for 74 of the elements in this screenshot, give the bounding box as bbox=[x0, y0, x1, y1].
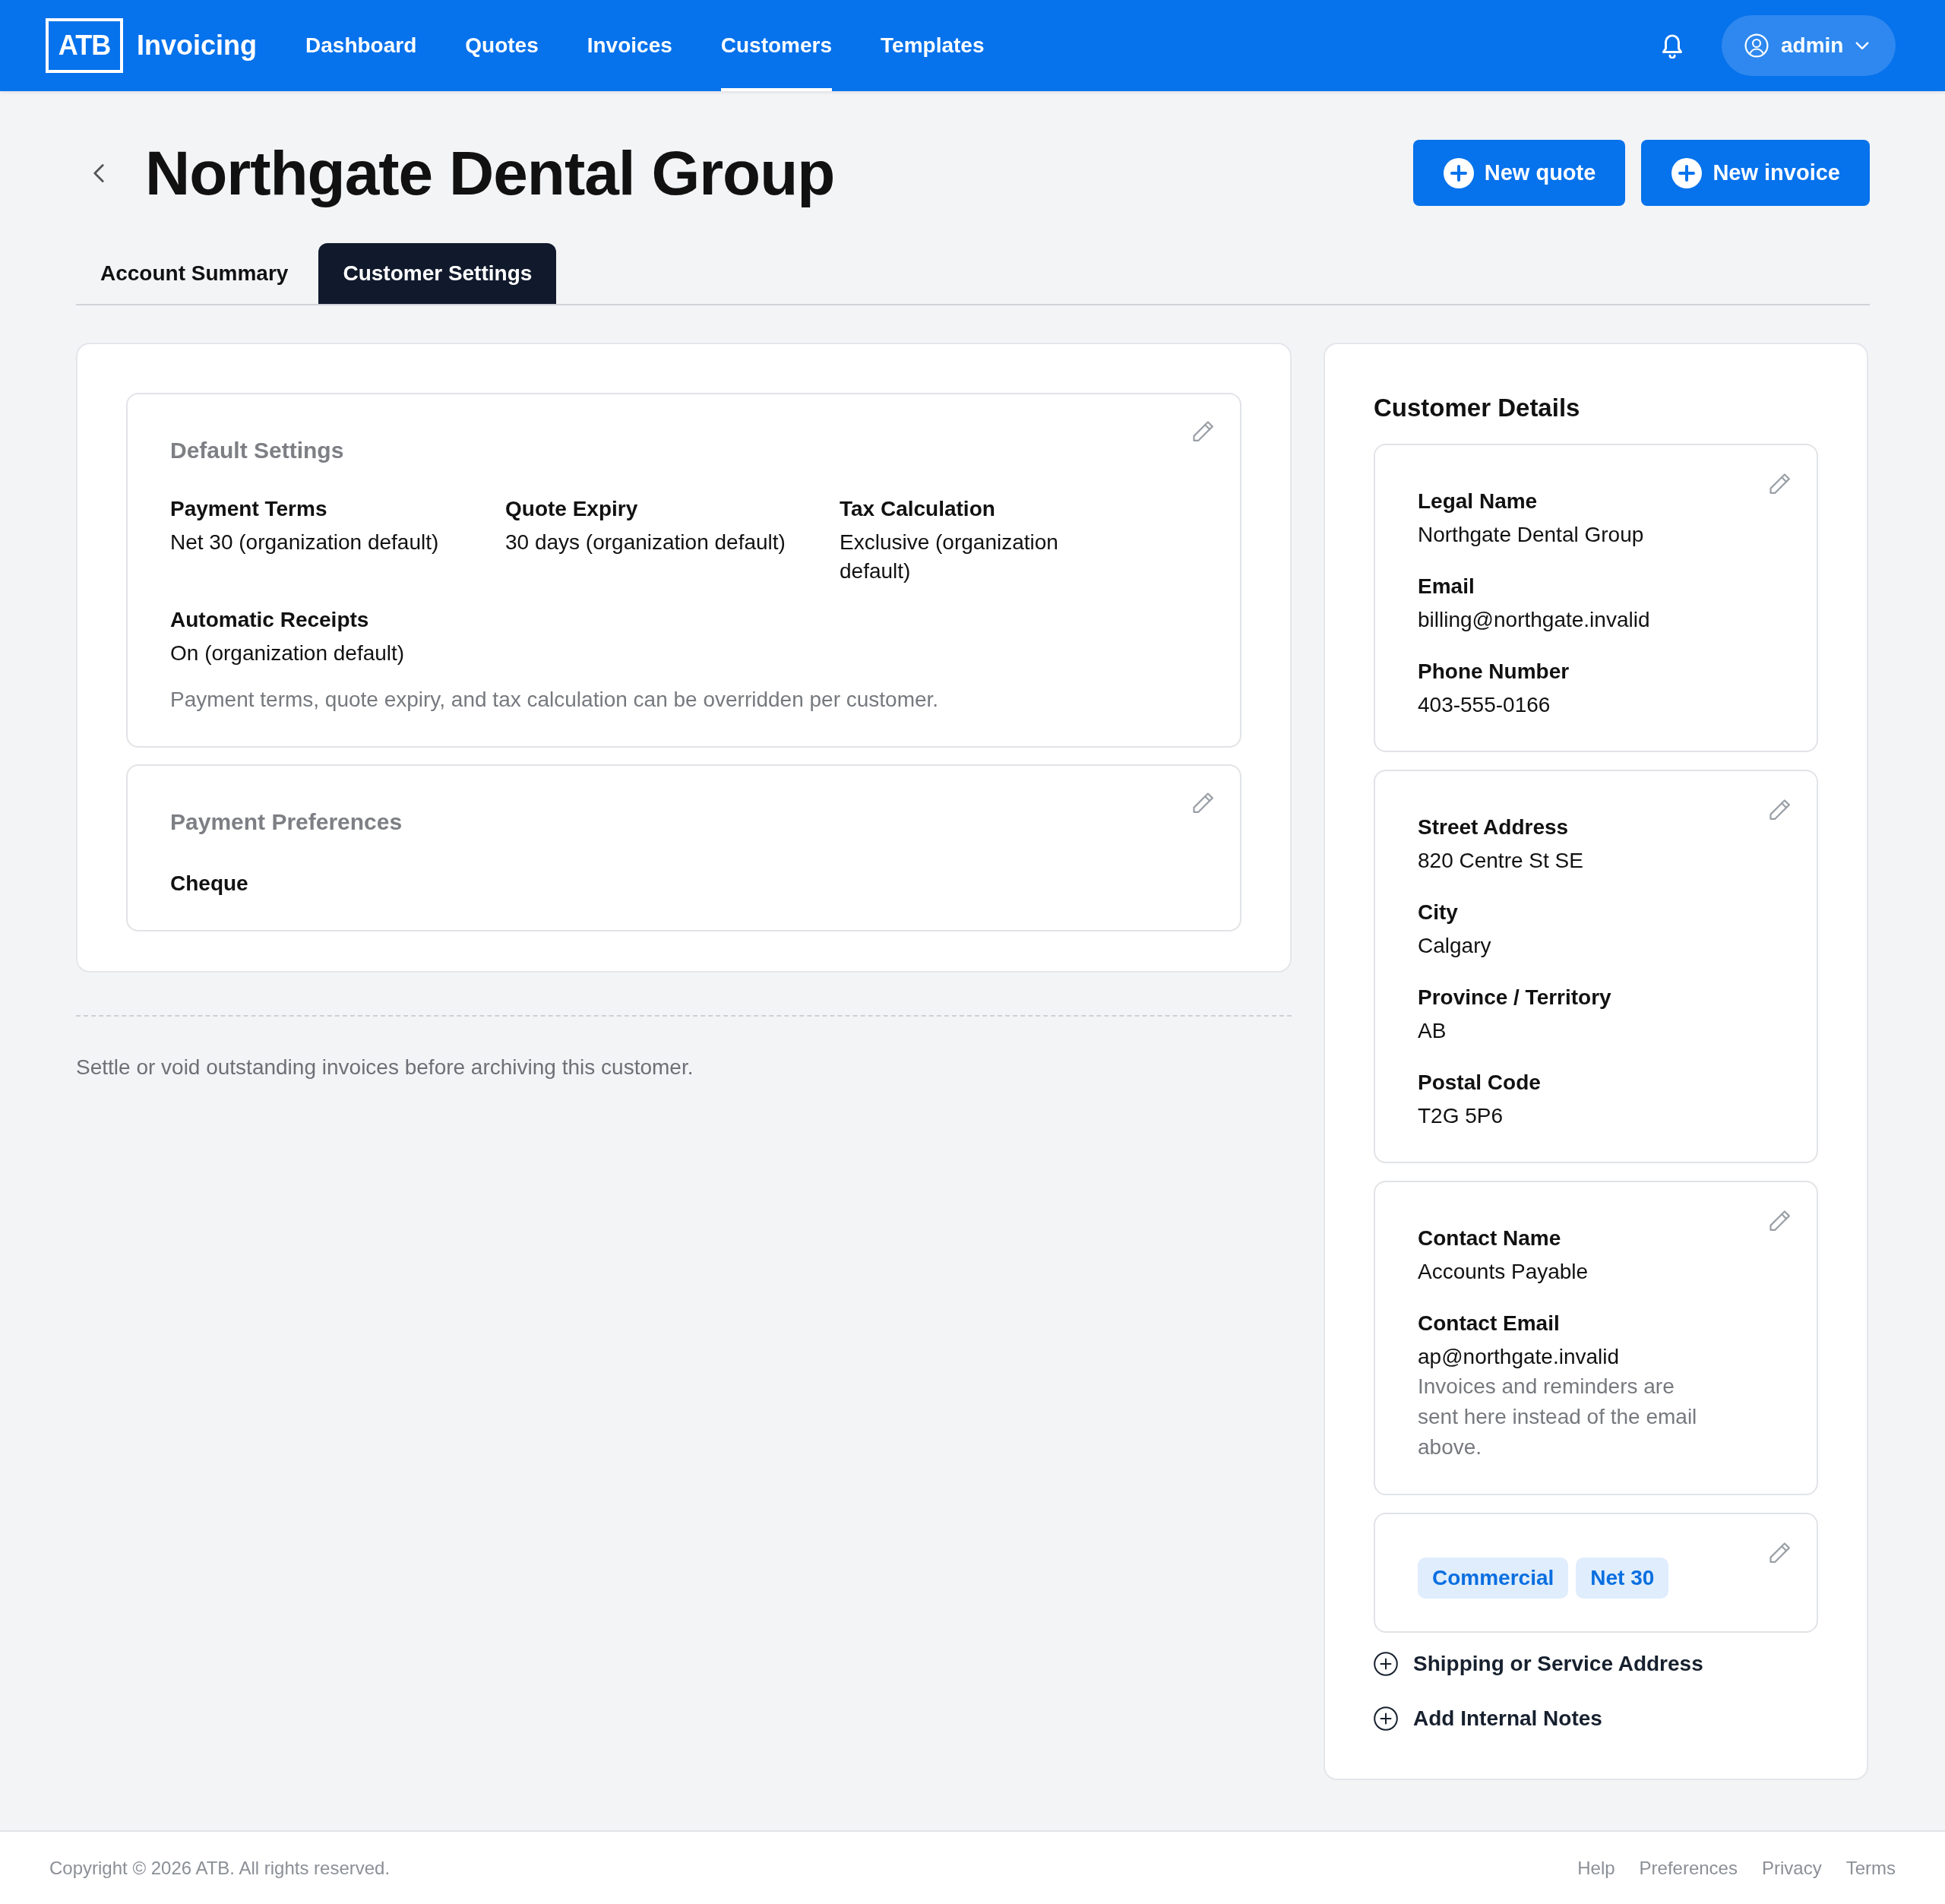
field-hint: Invoices and reminders are sent here instead of the email above. bbox=[1418, 1374, 1698, 1460]
new-item-button[interactable]: New invoice bbox=[1641, 140, 1870, 206]
field-value: On (organization default) bbox=[170, 640, 406, 666]
field-label: Payment Terms bbox=[170, 496, 328, 522]
plus-circle-icon bbox=[1443, 157, 1474, 188]
tag: Commercial bbox=[1418, 1558, 1569, 1599]
plus-circle-icon bbox=[1671, 157, 1703, 188]
field-label: City bbox=[1418, 900, 1459, 925]
nav-link[interactable]: Invoices bbox=[587, 0, 672, 91]
field-value: Calgary bbox=[1418, 933, 1492, 959]
edit-button[interactable] bbox=[1769, 473, 1791, 495]
edit-button[interactable] bbox=[1193, 792, 1214, 814]
field-label: Tax Calculation bbox=[840, 496, 996, 522]
pencil-icon bbox=[1769, 1542, 1791, 1564]
pencil-icon bbox=[1769, 1210, 1791, 1232]
app-name: Invoicing bbox=[137, 29, 257, 62]
logo: ATB bbox=[46, 18, 123, 73]
field-value: 820 Centre St SE bbox=[1418, 848, 1584, 874]
field-value: AB bbox=[1418, 1018, 1447, 1044]
section-title: Payment Preferences bbox=[170, 808, 403, 836]
footer-link[interactable]: Terms bbox=[1845, 1854, 1896, 1882]
user-icon bbox=[1744, 33, 1769, 58]
pencil-icon bbox=[1769, 473, 1791, 495]
field-value: 30 days (organization default) bbox=[505, 530, 786, 555]
field-value: Accounts Payable bbox=[1418, 1259, 1589, 1285]
edit-button[interactable] bbox=[1769, 1210, 1791, 1232]
back-chevron-icon[interactable] bbox=[93, 163, 105, 183]
edit-button[interactable] bbox=[1769, 799, 1791, 821]
field-label: Email bbox=[1418, 574, 1475, 599]
field-label: Phone Number bbox=[1418, 659, 1570, 685]
footer-link[interactable]: Help bbox=[1577, 1854, 1615, 1882]
pencil-icon bbox=[1193, 792, 1214, 814]
archive-note: Settle or void outstanding invoices before archiving this customer. bbox=[76, 1055, 694, 1080]
field-label: Quote Expiry bbox=[505, 496, 639, 522]
field-value: T2G 5P6 bbox=[1418, 1103, 1504, 1129]
new-item-button[interactable]: New quote bbox=[1412, 140, 1626, 206]
field-value: Exclusive (organization default) bbox=[840, 530, 1059, 584]
plus-circle-icon bbox=[1374, 1706, 1398, 1731]
pencil-icon bbox=[1193, 421, 1214, 442]
field-label: Street Address bbox=[1418, 814, 1570, 840]
field-label: Automatic Receipts bbox=[170, 607, 370, 633]
field-value: Net 30 (organization default) bbox=[170, 530, 440, 555]
footer-link[interactable]: Privacy bbox=[1761, 1854, 1822, 1882]
tab[interactable]: Account Summary bbox=[76, 243, 313, 304]
field-value: Northgate Dental Group bbox=[1418, 522, 1645, 548]
edit-button[interactable] bbox=[1769, 1542, 1791, 1564]
user-menu-button[interactable]: admin bbox=[1722, 15, 1896, 76]
field-label: Legal Name bbox=[1418, 489, 1539, 514]
caret-icon bbox=[1855, 41, 1870, 50]
bell-icon[interactable] bbox=[1661, 33, 1684, 59]
tag: Net 30 bbox=[1576, 1558, 1669, 1599]
field-label: Contact Name bbox=[1418, 1226, 1562, 1251]
add-section-link[interactable]: Shipping or Service Address bbox=[1374, 1648, 1818, 1680]
edit-button[interactable] bbox=[1193, 421, 1214, 442]
field-value: 403-555-0166 bbox=[1418, 692, 1551, 718]
footer-link[interactable]: Preferences bbox=[1639, 1854, 1738, 1882]
field-label: Contact Email bbox=[1418, 1311, 1561, 1336]
plus-circle-icon bbox=[1374, 1652, 1398, 1676]
settings-note: Payment terms, quote expiry, and tax calculation can be overridden per customer. bbox=[170, 687, 940, 713]
pencil-icon bbox=[1769, 799, 1791, 821]
field-label: Province / Territory bbox=[1418, 985, 1612, 1011]
nav-link[interactable]: Quotes bbox=[465, 0, 539, 91]
field-value: billing@northgate.invalid bbox=[1418, 607, 1651, 633]
add-section-link[interactable]: Add Internal Notes bbox=[1374, 1703, 1818, 1735]
payment-method: Cheque bbox=[170, 871, 249, 897]
nav-link[interactable]: Customers bbox=[720, 0, 833, 91]
nav-link[interactable]: Templates bbox=[881, 0, 985, 91]
nav-link[interactable]: Dashboard bbox=[305, 0, 417, 91]
field-label: Postal Code bbox=[1418, 1070, 1542, 1096]
section-title: Default Settings bbox=[170, 437, 345, 464]
field-value: ap@northgate.invalid bbox=[1418, 1344, 1621, 1370]
panel-title: Customer Details bbox=[1374, 393, 1581, 423]
copyright-text: Copyright © 2026 ATB. All rights reserved. bbox=[49, 1856, 391, 1880]
tab[interactable]: Customer Settings bbox=[318, 243, 557, 304]
